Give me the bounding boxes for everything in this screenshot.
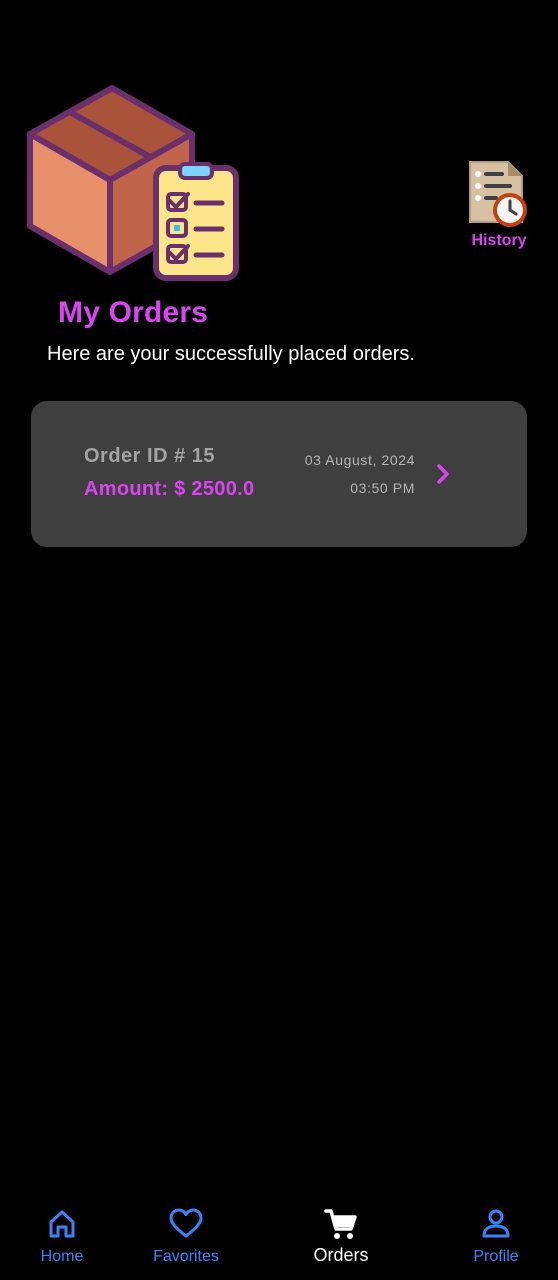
cart-icon <box>324 1209 357 1239</box>
nav-label-home: Home <box>40 1248 84 1265</box>
nav-label-profile: Profile <box>473 1248 519 1265</box>
nav-label-favorites: Favorites <box>153 1248 219 1265</box>
page-subtitle: Here are your successfully placed orders… <box>47 343 415 365</box>
page-title: My Orders <box>58 296 209 329</box>
history-button[interactable]: History <box>460 158 538 254</box>
bottom-navigation: Home Favorites Orders Profile <box>0 1190 558 1280</box>
history-label: History <box>471 232 527 249</box>
nav-item-orders[interactable]: Orders <box>281 1190 401 1280</box>
home-icon <box>49 1210 75 1238</box>
order-date: 03 August, 2024 <box>304 452 415 468</box>
nav-item-favorites[interactable]: Favorites <box>126 1190 246 1280</box>
order-time: 03:50 PM <box>350 480 415 496</box>
orders-box-illustration <box>27 85 239 281</box>
order-card[interactable]: Order ID # 15 Amount: $ 2500.0 03 August… <box>31 401 527 547</box>
nav-label-orders: Orders <box>313 1245 369 1265</box>
order-id: Order ID # 15 <box>84 445 216 467</box>
nav-item-profile[interactable]: Profile <box>436 1190 556 1280</box>
history-document-icon <box>469 161 527 227</box>
heart-icon <box>169 1208 203 1238</box>
person-icon <box>482 1209 510 1238</box>
nav-item-home[interactable]: Home <box>2 1190 122 1280</box>
orders-screen: History My Orders Here are your successf… <box>0 0 558 1280</box>
chevron-right-icon[interactable] <box>433 462 455 486</box>
order-amount: Amount: $ 2500.0 <box>84 478 255 500</box>
